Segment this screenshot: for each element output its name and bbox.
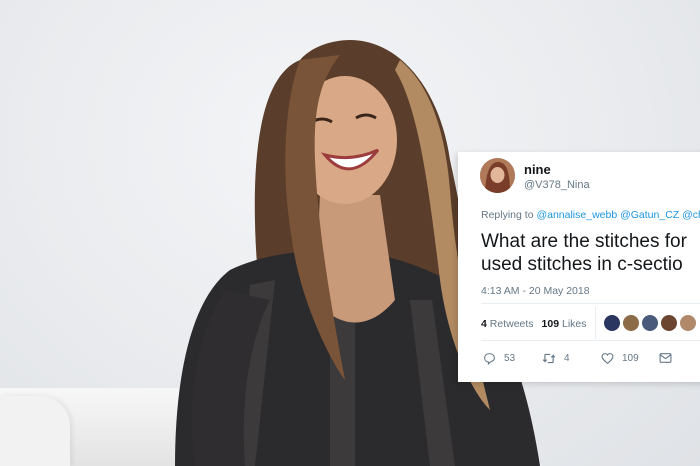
divider <box>481 340 700 341</box>
liker-avatar[interactable] <box>604 315 620 331</box>
like-button[interactable]: 109 <box>601 351 639 365</box>
retweet-count: 4 <box>564 352 570 364</box>
likes-count: 109 <box>541 318 560 330</box>
retweet-icon <box>542 353 556 363</box>
reply-count: 53 <box>504 352 516 364</box>
liker-avatar[interactable] <box>661 315 677 331</box>
divider <box>481 303 700 304</box>
liker-avatar[interactable] <box>623 315 639 331</box>
photo-background: nine @V378_Nina Replying to @annalise_we… <box>0 0 700 466</box>
engagement-stats: 4 Retweets 109 Likes <box>481 318 587 330</box>
tweet-timestamp[interactable]: 4:13 AM - 20 May 2018 <box>481 285 590 297</box>
user-display-name[interactable]: nine <box>524 162 551 177</box>
replying-to-line: Replying to @annalise_webb @Gatun_CZ @ch… <box>481 209 700 221</box>
mention-link[interactable]: @chris <box>682 209 700 221</box>
reply-button[interactable]: 53 <box>483 351 515 365</box>
retweet-button[interactable]: 4 <box>542 351 570 365</box>
mention-link[interactable]: @annalise_webb <box>536 209 617 221</box>
message-button[interactable] <box>659 351 680 365</box>
likes-stat[interactable]: 109 Likes <box>542 318 587 330</box>
tweet-text: What are the stitches for used stitches … <box>481 230 687 276</box>
mention-link[interactable]: @Gatun_CZ <box>620 209 679 221</box>
user-avatar[interactable] <box>480 158 515 193</box>
reply-icon <box>484 352 495 365</box>
replying-to-label: Replying to <box>481 209 537 221</box>
tweet-card: nine @V378_Nina Replying to @annalise_we… <box>458 152 700 382</box>
retweets-stat[interactable]: 4 Retweets <box>481 318 534 330</box>
like-count: 109 <box>622 352 639 364</box>
divider <box>595 307 596 339</box>
like-icon <box>601 352 614 364</box>
liker-avatar[interactable] <box>680 315 696 331</box>
tweet-text-line: used stitches in c-sectio <box>481 254 683 275</box>
tweet-text-line: What are the stitches for <box>481 231 687 252</box>
avatar-image-icon <box>480 158 515 193</box>
retweets-count: 4 <box>481 318 487 330</box>
user-handle[interactable]: @V378_Nina <box>524 179 590 191</box>
message-icon <box>659 353 672 363</box>
liker-avatar[interactable] <box>642 315 658 331</box>
likes-label: Likes <box>562 318 587 330</box>
retweets-label: Retweets <box>489 318 534 330</box>
